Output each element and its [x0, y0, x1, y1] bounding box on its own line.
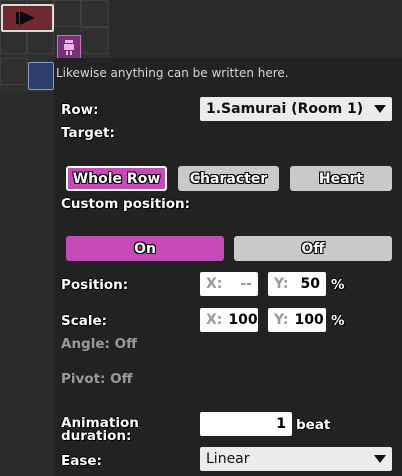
target-character-button[interactable]: Character: [178, 166, 279, 191]
custom-position-on-button[interactable]: On: [66, 236, 224, 261]
y-axis-label: Y:: [274, 312, 289, 328]
position-y-field[interactable]: Y: 50: [268, 272, 326, 296]
scale-y-field[interactable]: Y: 100: [268, 308, 326, 332]
play-arrow-icon: [16, 11, 35, 25]
row-dropdown[interactable]: 1.Samurai (Room 1): [200, 97, 392, 121]
custom-position-off-button[interactable]: Off: [234, 236, 392, 261]
row-label: Row:: [61, 102, 99, 118]
scale-label: Scale:: [61, 313, 108, 329]
chevron-down-icon: [374, 455, 386, 463]
position-label: Position:: [61, 277, 129, 293]
target-whole-row-button[interactable]: Whole Row: [66, 166, 167, 191]
position-x-field[interactable]: X: --: [200, 272, 258, 296]
x-axis-label: X:: [206, 312, 223, 328]
character-sprite-icon: [64, 40, 74, 55]
row-dropdown-value: 1.Samurai (Room 1): [206, 101, 364, 117]
animation-duration-field[interactable]: 1: [200, 412, 292, 436]
scale-unit: %: [331, 313, 345, 329]
blue-event[interactable]: [28, 62, 54, 90]
tooltip-text: Likewise anything can be written here.: [56, 66, 289, 80]
inspector-panel: Likewise anything can be written here. R…: [54, 58, 402, 476]
scale-x-field[interactable]: X: 100: [200, 308, 258, 332]
position-y-value: 50: [300, 276, 320, 292]
angle-toggle[interactable]: Angle: Off: [61, 336, 137, 352]
grid-cell: [0, 58, 27, 85]
x-axis-label: X:: [206, 276, 223, 292]
y-axis-label: Y:: [274, 276, 289, 292]
grid-cell: [54, 0, 81, 27]
move-row-event[interactable]: [1, 4, 54, 32]
animation-duration-unit: beat: [296, 417, 331, 433]
custom-position-label: Custom position:: [61, 196, 191, 212]
ease-dropdown[interactable]: Linear: [200, 447, 392, 471]
pivot-toggle[interactable]: Pivot: Off: [61, 371, 133, 387]
scale-x-value: 100: [228, 312, 258, 328]
target-label: Target:: [61, 125, 115, 141]
chevron-down-icon: [374, 105, 386, 113]
animation-duration-value: 1: [276, 416, 286, 432]
position-unit: %: [331, 277, 345, 293]
scale-y-value: 100: [294, 312, 324, 328]
target-heart-button[interactable]: Heart: [290, 166, 392, 191]
sprite-event[interactable]: [57, 35, 81, 59]
position-x-value: --: [240, 276, 252, 292]
animation-label-line2: duration:: [61, 428, 132, 444]
ease-dropdown-value: Linear: [206, 451, 250, 467]
grid-cell: [81, 27, 108, 54]
ease-label: Ease:: [61, 453, 102, 469]
grid-cell: [81, 0, 108, 27]
animation-duration-label: Animation duration:: [61, 416, 139, 444]
